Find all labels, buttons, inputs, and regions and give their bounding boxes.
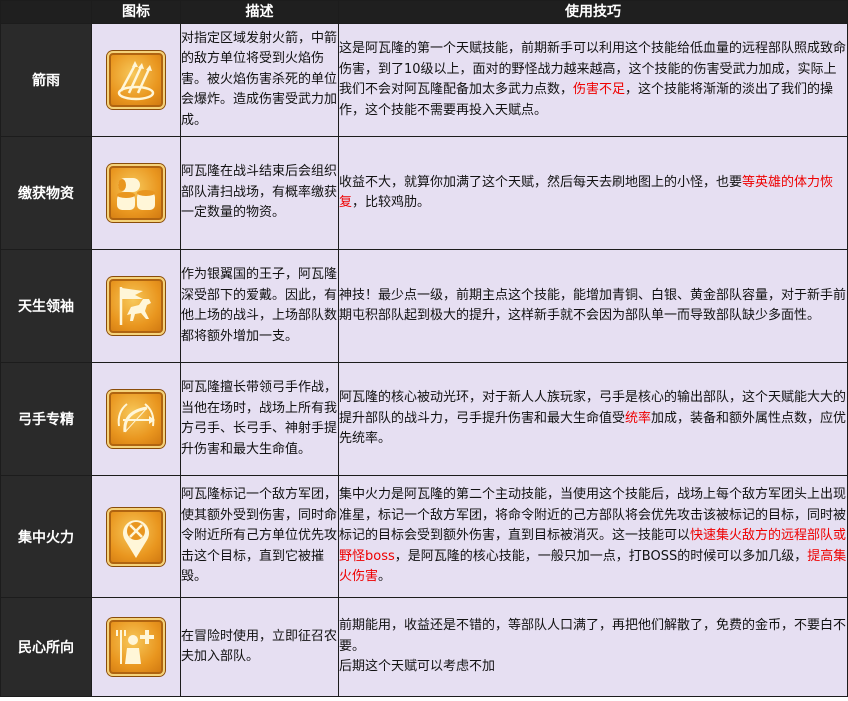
bow-wreath-icon [107,390,165,448]
skill-tip: 前期能用，收益还是不错的，等部队人口满了，再把他们解散了，免费的金币，不要白不要… [338,597,848,697]
skill-name: 天生领袖 [0,249,92,363]
peasant-plus-icon [107,618,165,676]
skill-icon-cell [91,136,181,250]
skill-tip: 集中火力是阿瓦隆的第二个主动技能，当使用这个技能后，战场上每个敌方军团头上出现准… [338,475,848,598]
table-row: 民心所向 在冒险时使用，立即征召农夫加入部队。 前期能用，收益还是不错的，等部队… [0,597,848,697]
skill-tip: 阿瓦隆的核心被动光环，对于新人人族玩家，弓手是核心的输出部队，这个天赋能大大的提… [338,362,848,476]
skill-name: 缴获物资 [0,136,92,250]
skill-tip: 这是阿瓦隆的第一个天赋技能，前期新手可以利用这个技能给低血量的远程部队照成致命伤… [338,23,848,137]
skill-description: 阿瓦隆标记一个敌方军团，使其额外受到伤害，同时命令附近所有己方单位优先攻击这个目… [180,475,339,598]
header-description-column: 描述 [180,0,339,24]
skill-icon-cell [91,23,181,137]
skill-tip: 神技！最少点一级，前期主点这个技能，能增加青铜、白银、黄金部队容量，对于新手前期… [338,249,848,363]
table-row: 箭雨 对指定区域发射火箭，中箭的敌方单位将受到火焰伤害。被火焰伤害杀死的单位会爆… [0,23,848,137]
tip-text: 神技！最少点一级，前期主点这个技能，能增加青铜、白银、黄金部队容量，对于新手前期… [339,287,847,324]
tip-text: 后期这个天赋可以考虑不加 [339,659,496,675]
tip-highlight: 统率 [625,410,652,426]
skill-description: 阿瓦隆在战斗结束后会组织部队清扫战场，有概率缴获一定数量的物资。 [180,136,339,250]
table-row: 集中火力 阿瓦隆标记一个敌方军团，使其额外受到伤害，同时命令附近所有己方单位优先… [0,475,848,598]
skill-name: 民心所向 [0,597,92,697]
skill-table: 图标 描述 使用技巧 箭雨 对指定区域发射火箭，中箭的敌方单位将受到火焰伤害。被… [0,0,848,697]
skill-icon-cell [91,475,181,598]
tip-text: 收益不大，就算你加满了这个天赋，然后每天去刷地图上的小怪，也要 [339,174,743,190]
skill-icon-cell [91,362,181,476]
skill-icon-cell [91,597,181,697]
table-row: 弓手专精 阿瓦隆擅长带领弓手作战，当他在场时，战场上所有我方弓手、长弓手、神射手… [0,362,848,476]
skill-description: 对指定区域发射火箭，中箭的敌方单位将受到火焰伤害。被火焰伤害杀死的单位会爆炸。造… [180,23,339,137]
skill-name: 箭雨 [0,23,92,137]
tip-text: 前期能用，收益还是不错的，等部队人口满了，再把他们解散了，免费的金币，不要白不要… [339,618,847,654]
table-row: 缴获物资 阿瓦隆在战斗结束后会组织部队清扫战场，有概率缴获一定数量的物资。 收益… [0,136,848,250]
header-icon-column: 图标 [91,0,181,24]
arrow-rain-icon [107,51,165,109]
header-tips-column: 使用技巧 [338,0,848,24]
target-marker-icon [107,507,165,566]
skill-name: 弓手专精 [0,362,92,476]
skill-description: 作为银翼国的王子，阿瓦隆深受部下的爱戴。因此，有他上场的战斗，上场部队数都将额外… [180,249,339,363]
skill-name: 集中火力 [0,475,92,598]
supplies-icon [107,164,165,222]
table-row: 天生领袖 作为银翼国的王子，阿瓦隆深受部下的爱戴。因此，有他上场的战斗，上场部队… [0,249,848,363]
tip-text: 。 [378,569,392,585]
skill-icon-cell [91,249,181,363]
table-header-row: 图标 描述 使用技巧 [0,0,848,24]
skill-description: 在冒险时使用，立即征召农夫加入部队。 [180,597,339,697]
tip-text: ，比较鸡肋。 [352,195,431,210]
horse-banner-icon [107,277,165,335]
tip-text: ，是阿瓦隆的核心技能，一般只加一点，打BOSS的时候可以多加几级， [394,548,808,564]
tip-highlight: 伤害不足 [573,82,626,97]
header-name-column [0,0,92,24]
skill-tip: 收益不大，就算你加满了这个天赋，然后每天去刷地图上的小怪，也要等英雄的体力恢复，… [338,136,848,250]
skill-description: 阿瓦隆擅长带领弓手作战，当他在场时，战场上所有我方弓手、长弓手、神射手提升伤害和… [180,362,339,476]
